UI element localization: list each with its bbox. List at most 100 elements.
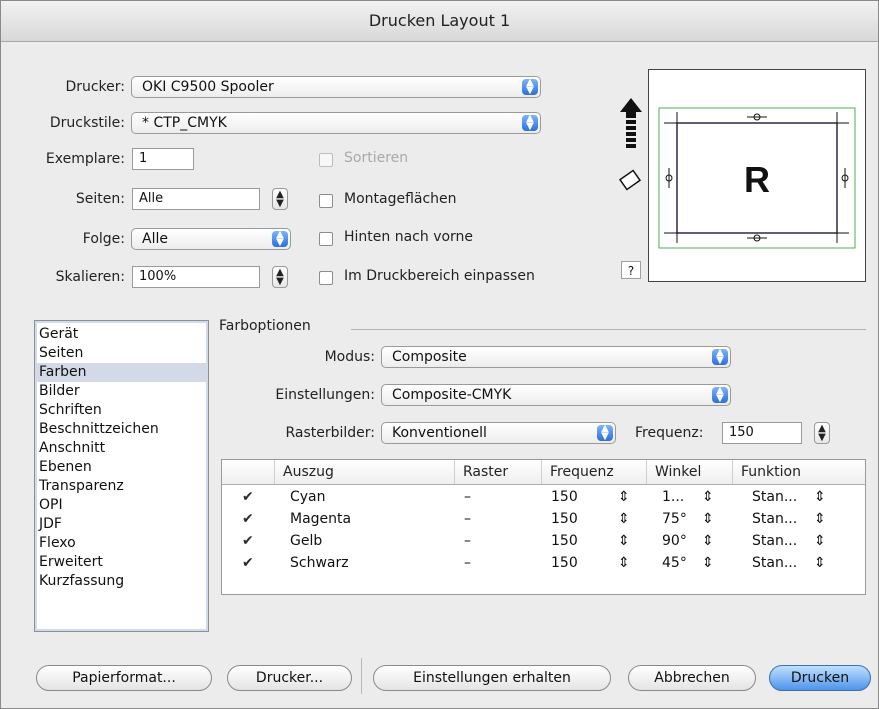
frequency-stepper[interactable]: ▲ ▼ bbox=[814, 422, 830, 444]
window-title: Drucken Layout 1 bbox=[368, 11, 511, 30]
print-dialog: Drucken Layout 1 Drucker: OKI C9500 Spoo… bbox=[0, 0, 879, 709]
papierformat-button[interactable]: Papierformat... bbox=[36, 665, 212, 691]
preview-graphic: R bbox=[658, 107, 856, 249]
page-preview: R bbox=[648, 69, 866, 282]
category-item[interactable]: Anschnitt bbox=[35, 439, 208, 458]
category-item[interactable]: Bilder bbox=[35, 382, 208, 401]
row-funktion: Stan... bbox=[752, 489, 798, 505]
mode-label: Modus: bbox=[324, 349, 375, 365]
sequence-popup[interactable]: Alle ▲ ▼ bbox=[131, 228, 291, 250]
checkmark-icon[interactable]: ✔ bbox=[242, 508, 254, 530]
row-winkel: 75° bbox=[662, 511, 687, 527]
scale-stepper[interactable]: ▲ ▼ bbox=[272, 266, 288, 288]
pages-stepper[interactable]: ▲ ▼ bbox=[272, 188, 288, 210]
row-raster: – bbox=[464, 533, 471, 549]
scale-field[interactable]: 100% bbox=[132, 266, 260, 288]
checkmark-icon[interactable]: ✔ bbox=[242, 530, 254, 552]
scale-label: Skalieren: bbox=[55, 269, 125, 285]
stepper-arrows-icon[interactable]: ⇕ bbox=[814, 530, 826, 552]
table-row[interactable]: ✔ Schwarz – 150 ⇕ 45° ⇕ Stan... ⇕ bbox=[222, 552, 865, 574]
table-row[interactable]: ✔ Gelb – 150 ⇕ 90° ⇕ Stan... ⇕ bbox=[222, 530, 865, 552]
row-funktion: Stan... bbox=[752, 533, 798, 549]
einpassen-label: Im Druckbereich einpassen bbox=[344, 268, 535, 284]
printer-value: OKI C9500 Spooler bbox=[142, 79, 274, 95]
stepper-arrows-icon[interactable]: ⇕ bbox=[618, 486, 630, 508]
stepper-arrows-icon[interactable]: ⇕ bbox=[814, 552, 826, 574]
stepper-arrows-icon[interactable]: ⇕ bbox=[702, 508, 714, 530]
row-winkel: 90° bbox=[662, 533, 687, 549]
category-item[interactable]: Erweitert bbox=[35, 553, 208, 572]
hinten-label: Hinten nach vorne bbox=[344, 229, 474, 245]
drucken-button[interactable]: Drucken bbox=[769, 665, 871, 691]
category-item[interactable]: Beschnittzeichen bbox=[35, 420, 208, 439]
copies-field[interactable]: 1 bbox=[132, 148, 194, 170]
popup-arrows-icon: ▲ ▼ bbox=[712, 386, 728, 404]
column-header-funktion[interactable]: Funktion bbox=[732, 460, 850, 484]
printer-popup[interactable]: OKI C9500 Spooler ▲ ▼ bbox=[131, 76, 541, 98]
checkmark-icon[interactable]: ✔ bbox=[242, 486, 254, 508]
row-raster: – bbox=[464, 555, 471, 571]
feed-direction-icon bbox=[620, 98, 642, 148]
column-header-frequenz[interactable]: Frequenz bbox=[541, 460, 646, 484]
settings-popup[interactable]: Composite-CMYK ▲ ▼ bbox=[381, 384, 731, 406]
stepper-arrows-icon[interactable]: ⇕ bbox=[814, 486, 826, 508]
category-item[interactable]: Flexo bbox=[35, 534, 208, 553]
category-item[interactable]: Seiten bbox=[35, 344, 208, 363]
group-divider bbox=[351, 329, 866, 330]
column-header-winkel[interactable]: Winkel bbox=[646, 460, 732, 484]
einstellungen-erhalten-button[interactable]: Einstellungen erhalten bbox=[373, 665, 611, 691]
row-auszug: Cyan bbox=[290, 489, 326, 505]
raster-popup[interactable]: Konventionell ▲ ▼ bbox=[381, 422, 616, 444]
stepper-arrows-icon[interactable]: ⇕ bbox=[702, 530, 714, 552]
column-header-raster[interactable]: Raster bbox=[454, 460, 541, 484]
category-item[interactable]: JDF bbox=[35, 515, 208, 534]
stepper-arrows-icon[interactable]: ⇕ bbox=[618, 530, 630, 552]
sequence-label: Folge: bbox=[82, 231, 125, 247]
sortieren-label: Sortieren bbox=[344, 150, 409, 166]
help-button[interactable]: ? bbox=[621, 261, 641, 279]
style-popup[interactable]: * CTP_CMYK ▲ ▼ bbox=[131, 112, 541, 134]
row-raster: – bbox=[464, 489, 471, 505]
frequency-field[interactable]: 150 bbox=[722, 422, 802, 444]
sortieren-checkbox[interactable] bbox=[319, 153, 333, 167]
pages-field[interactable]: Alle bbox=[132, 188, 260, 210]
checkmark-icon[interactable]: ✔ bbox=[242, 552, 254, 574]
hinten-checkbox[interactable] bbox=[319, 232, 333, 246]
category-item[interactable]: Transparenz bbox=[35, 477, 208, 496]
stepper-arrows-icon[interactable]: ⇕ bbox=[618, 552, 630, 574]
column-header-auszug[interactable]: Auszug bbox=[274, 460, 454, 484]
row-frequenz: 150 bbox=[551, 533, 578, 549]
drucker-button[interactable]: Drucker... bbox=[227, 665, 352, 691]
row-funktion: Stan... bbox=[752, 555, 798, 571]
table-row[interactable]: ✔ Cyan – 150 ⇕ 1... ⇕ Stan... ⇕ bbox=[222, 486, 865, 508]
category-item[interactable]: Kurzfassung bbox=[35, 572, 208, 591]
printer-label: Drucker: bbox=[65, 79, 125, 95]
sequence-value: Alle bbox=[142, 231, 168, 247]
settings-label: Einstellungen: bbox=[275, 387, 375, 403]
category-item[interactable]: Ebenen bbox=[35, 458, 208, 477]
stepper-arrows-icon[interactable]: ⇕ bbox=[702, 552, 714, 574]
row-frequenz: 150 bbox=[551, 511, 578, 527]
farboptionen-title: Farboptionen bbox=[219, 318, 311, 334]
abbrechen-button[interactable]: Abbrechen bbox=[628, 665, 756, 691]
settings-value: Composite-CMYK bbox=[392, 387, 512, 403]
category-item-selected[interactable]: Farben bbox=[35, 363, 208, 382]
table-row[interactable]: ✔ Magenta – 150 ⇕ 75° ⇕ Stan... ⇕ bbox=[222, 508, 865, 530]
stepper-arrows-icon[interactable]: ⇕ bbox=[702, 486, 714, 508]
einpassen-checkbox[interactable] bbox=[319, 271, 333, 285]
stepper-arrows-icon[interactable]: ⇕ bbox=[814, 508, 826, 530]
mode-popup[interactable]: Composite ▲ ▼ bbox=[381, 346, 731, 368]
row-auszug: Schwarz bbox=[290, 555, 349, 571]
row-auszug: Magenta bbox=[290, 511, 352, 527]
category-item[interactable]: Gerät bbox=[35, 325, 208, 344]
stepper-arrows-icon[interactable]: ⇕ bbox=[618, 508, 630, 530]
preview-letter: R bbox=[744, 159, 770, 200]
montage-checkbox[interactable] bbox=[319, 194, 333, 208]
category-list[interactable]: Gerät Seiten Farben Bilder Schriften Bes… bbox=[34, 320, 209, 632]
separations-table[interactable]: Auszug Raster Frequenz Winkel Funktion ✔… bbox=[221, 459, 866, 595]
popup-arrows-icon: ▲ ▼ bbox=[522, 114, 538, 132]
rotate-page-icon bbox=[618, 169, 642, 191]
category-item[interactable]: OPI bbox=[35, 496, 208, 515]
category-item[interactable]: Schriften bbox=[35, 401, 208, 420]
raster-value: Konventionell bbox=[392, 425, 487, 441]
